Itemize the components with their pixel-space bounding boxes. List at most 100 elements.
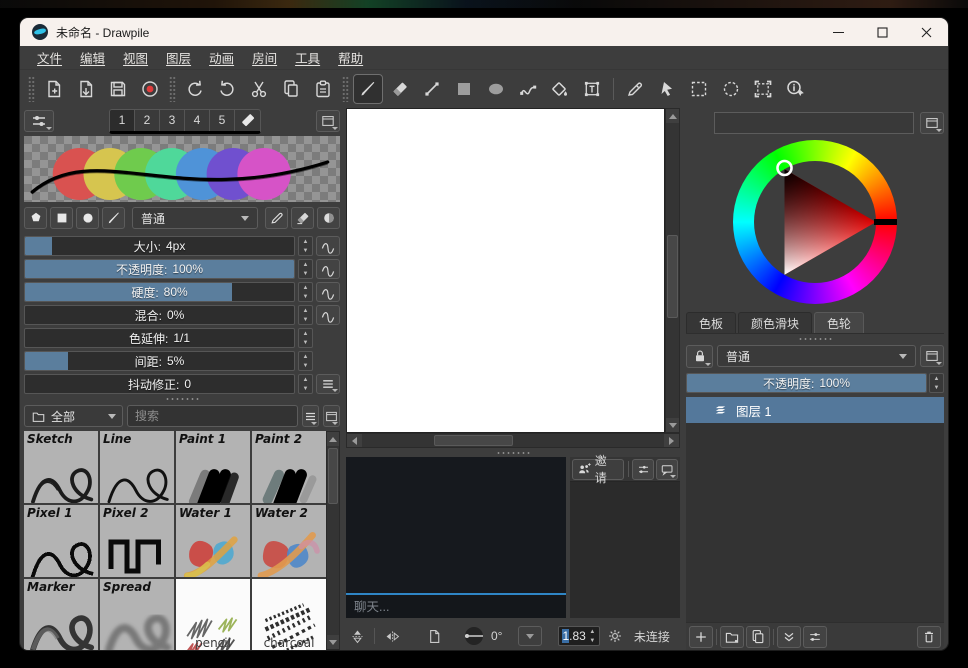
chat-options-button[interactable]	[656, 459, 678, 480]
slider-spinner[interactable]: ▲▼	[298, 259, 313, 279]
fill-tool-button[interactable]	[545, 74, 575, 104]
cut-tool-button[interactable]	[244, 74, 274, 104]
brush-slider-1[interactable]: 大小:4px	[24, 236, 295, 256]
brush-slider-6[interactable]: 间距:5%	[24, 351, 295, 371]
scroll-left-icon[interactable]	[347, 434, 362, 447]
eyedropper-tool-button[interactable]	[620, 74, 650, 104]
brush-slot-1[interactable]: 1	[110, 110, 135, 131]
dock-splitter[interactable]	[24, 394, 340, 403]
rotation-dial-icon[interactable]	[463, 625, 485, 647]
eraser-tool-button[interactable]	[385, 74, 415, 104]
circle-mode-icon[interactable]	[76, 207, 99, 229]
eraser-slot[interactable]	[235, 110, 260, 131]
menu-item-7[interactable]: 工具	[286, 46, 329, 69]
toolbar-drag-handle[interactable]	[28, 76, 35, 102]
redo-tool-button[interactable]	[212, 74, 242, 104]
preset-sketch[interactable]: Sketch	[24, 431, 98, 503]
curve-button[interactable]	[316, 282, 340, 302]
zoom-options-gear-icon[interactable]	[604, 625, 626, 647]
rotation-reset-button[interactable]	[518, 626, 542, 646]
layer-opacity-slider[interactable]: 不透明度: 100%	[686, 373, 927, 393]
lasso-select-tool-button[interactable]	[716, 74, 746, 104]
layer-blend-mode-select[interactable]: 普通	[717, 345, 916, 367]
curve-button[interactable]	[316, 236, 340, 256]
preset-pixel1[interactable]: Pixel 1	[24, 505, 98, 577]
brush-blend-mode-select[interactable]: 普通	[132, 207, 258, 229]
scroll-right-icon[interactable]	[664, 434, 679, 447]
chat-messages[interactable]	[346, 457, 566, 593]
stroke-mode-icon[interactable]	[102, 207, 125, 229]
curve-button[interactable]	[316, 305, 340, 325]
session-settings-button[interactable]	[632, 459, 654, 480]
color-name-input[interactable]	[714, 112, 914, 134]
square-mode-icon[interactable]	[50, 207, 73, 229]
menu-item-2[interactable]: 编辑	[71, 46, 114, 69]
minimize-button[interactable]	[816, 18, 860, 46]
menu-item-8[interactable]: 帮助	[329, 46, 372, 69]
brush-tool-button[interactable]	[353, 74, 383, 104]
preset-scrollbar[interactable]	[326, 431, 340, 650]
erase-mode-button[interactable]	[291, 207, 314, 229]
maximize-button[interactable]	[860, 18, 904, 46]
close-button[interactable]	[904, 18, 948, 46]
tab-color-wheel[interactable]: 色轮	[814, 312, 864, 333]
freehand-mode-icon[interactable]	[24, 207, 47, 229]
color-panel-button[interactable]	[920, 112, 944, 134]
drawing-canvas[interactable]	[346, 108, 665, 433]
laser-pointer-tool-button[interactable]	[652, 74, 682, 104]
scroll-up-icon[interactable]	[666, 109, 679, 123]
chat-input[interactable]	[346, 593, 566, 618]
curve-tool-button[interactable]	[513, 74, 543, 104]
draw-mode-button[interactable]	[265, 207, 288, 229]
preset-paint1[interactable]: Paint 1	[176, 431, 250, 503]
delete-layer-button[interactable]	[917, 626, 941, 648]
copy-tool-button[interactable]	[276, 74, 306, 104]
tab-palette[interactable]: 色板	[686, 312, 736, 333]
layer-splitter[interactable]	[686, 334, 944, 343]
new-file-tool-button[interactable]	[39, 74, 69, 104]
chat-splitter[interactable]	[346, 448, 680, 457]
scroll-down-icon[interactable]	[327, 635, 339, 649]
transform-tool-button[interactable]	[748, 74, 778, 104]
preset-charcoal[interactable]: charcoal	[252, 579, 326, 650]
brush-slot-2[interactable]: 2	[135, 110, 160, 131]
preset-panel-button[interactable]	[323, 405, 340, 427]
undo-tool-button[interactable]	[180, 74, 210, 104]
slider-menu-button[interactable]	[316, 374, 340, 394]
menu-item-5[interactable]: 动画	[200, 46, 243, 69]
slider-spinner[interactable]: ▲▼	[298, 328, 313, 348]
slider-spinner[interactable]: ▲▼	[298, 351, 313, 371]
ellipse-tool-button[interactable]	[481, 74, 511, 104]
flip-canvas-icon[interactable]	[346, 625, 368, 647]
brush-slider-3[interactable]: 硬度:80%	[24, 282, 295, 302]
preset-spread[interactable]: Spread	[100, 579, 174, 650]
preset-search-input[interactable]	[127, 405, 298, 427]
mirror-canvas-icon[interactable]	[381, 625, 403, 647]
tab-color-sliders[interactable]: 颜色滑块	[738, 312, 812, 333]
slider-spinner[interactable]: ▲▼	[298, 236, 313, 256]
menu-item-3[interactable]: 视图	[114, 46, 157, 69]
curve-button[interactable]	[316, 259, 340, 279]
inspect-tool-button[interactable]	[780, 74, 810, 104]
layer-opacity-spinner[interactable]: ▲▼	[929, 373, 944, 393]
add-layer-button[interactable]	[689, 626, 713, 648]
layer-properties-button[interactable]	[803, 626, 827, 648]
brush-dock-panel-button[interactable]	[316, 110, 340, 132]
merge-layer-button[interactable]	[777, 626, 801, 648]
brush-slider-7[interactable]: 抖动修正:0	[24, 374, 295, 394]
preset-marker[interactable]: Marker	[24, 579, 98, 650]
add-group-button[interactable]	[720, 626, 744, 648]
preset-water2[interactable]: Water 2	[252, 505, 326, 577]
layer-row[interactable]: 图层 1	[686, 397, 944, 423]
page-icon[interactable]	[423, 625, 445, 647]
brush-slider-5[interactable]: 色延伸:1/1	[24, 328, 295, 348]
menu-item-6[interactable]: 房间	[243, 46, 286, 69]
brush-slider-4[interactable]: 混合:0%	[24, 305, 295, 325]
slider-spinner[interactable]: ▲▼	[298, 374, 313, 394]
slider-spinner[interactable]: ▲▼	[298, 305, 313, 325]
zoom-spinbox[interactable]: 1 .83 ▲▼	[558, 626, 599, 646]
toolbar-drag-handle[interactable]	[342, 76, 349, 102]
toolbar-drag-handle[interactable]	[169, 76, 176, 102]
preset-pixel2[interactable]: Pixel 2	[100, 505, 174, 577]
smudge-mode-button[interactable]	[317, 207, 340, 229]
